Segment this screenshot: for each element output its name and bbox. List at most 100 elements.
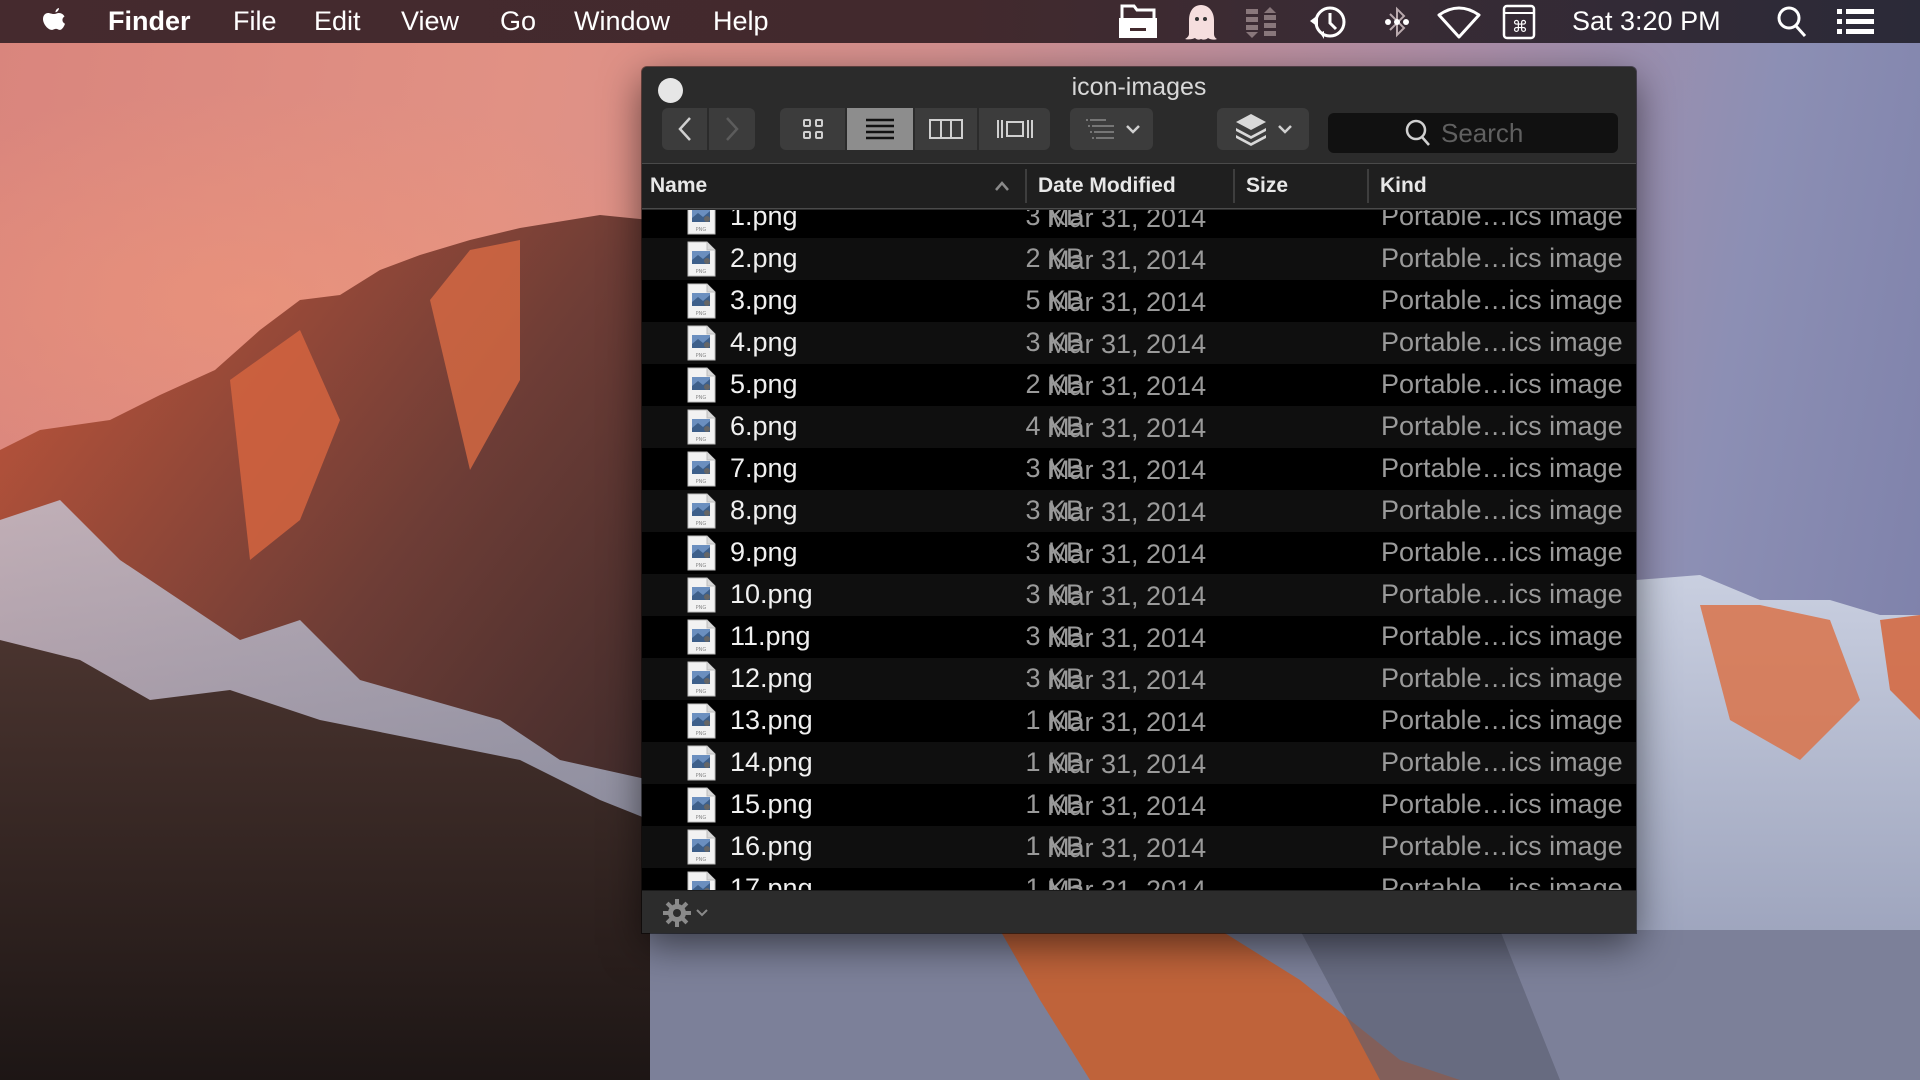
menu-view[interactable]: View bbox=[401, 0, 459, 43]
column-separator[interactable] bbox=[1025, 169, 1027, 203]
apple-logo-icon bbox=[43, 8, 65, 30]
file-size: 2 KB bbox=[1025, 243, 1084, 273]
finder-drawer-icon[interactable] bbox=[1115, 4, 1161, 40]
apple-menu[interactable] bbox=[41, 0, 67, 43]
svg-text:PNG: PNG bbox=[696, 521, 707, 527]
column-view-button[interactable] bbox=[915, 108, 979, 150]
chevron-down-icon bbox=[696, 909, 708, 917]
arrange-button[interactable] bbox=[1070, 108, 1153, 150]
keyboard-command-icon[interactable]: ⌘ bbox=[1499, 4, 1539, 40]
file-size: 3 KB bbox=[1025, 537, 1084, 567]
file-row[interactable]: PNG 11.png Mar 31, 2014 3 KB Portable…ic… bbox=[642, 616, 1636, 658]
file-row[interactable]: PNG 3.png Mar 31, 2014 5 KB Portable…ics… bbox=[642, 280, 1636, 322]
column-separator[interactable] bbox=[1233, 169, 1235, 203]
file-kind: Portable…ics image bbox=[1381, 873, 1623, 890]
png-file-icon: PNG bbox=[687, 409, 716, 445]
file-row[interactable]: PNG 7.png Mar 31, 2014 3 KB Portable…ics… bbox=[642, 448, 1636, 490]
file-row[interactable]: PNG 13.png Mar 31, 2014 1 KB Portable…ic… bbox=[642, 700, 1636, 742]
file-row[interactable]: PNG 14.png Mar 31, 2014 1 KB Portable…ic… bbox=[642, 742, 1636, 784]
file-row[interactable]: PNG 4.png Mar 31, 2014 3 KB Portable…ics… bbox=[642, 322, 1636, 364]
menubar-clock[interactable]: Sat 3:20 PM bbox=[1572, 0, 1721, 43]
file-kind: Portable…ics image bbox=[1381, 831, 1623, 861]
file-rows: PNG 1.png Mar 31, 2014 3 KB Portable…ics… bbox=[642, 210, 1636, 890]
column-header-date-modified[interactable]: Date Modified bbox=[1038, 164, 1176, 208]
png-file-icon: PNG bbox=[687, 787, 716, 823]
file-kind: Portable…ics image bbox=[1381, 243, 1623, 273]
png-file-icon: PNG bbox=[687, 210, 716, 235]
column-header-kind[interactable]: Kind bbox=[1380, 164, 1427, 208]
png-file-icon: PNG bbox=[687, 283, 716, 319]
list-view-button[interactable] bbox=[847, 108, 915, 150]
file-row[interactable]: PNG 17.png Mar 31, 2014 1 KB Portable…ic… bbox=[642, 868, 1636, 890]
file-row[interactable]: PNG 6.png Mar 31, 2014 4 KB Portable…ics… bbox=[642, 406, 1636, 448]
file-kind: Portable…ics image bbox=[1381, 210, 1623, 231]
columns-icon bbox=[929, 119, 963, 139]
file-name: 7.png bbox=[730, 453, 798, 483]
svg-text:PNG: PNG bbox=[696, 773, 707, 779]
file-kind: Portable…ics image bbox=[1381, 789, 1623, 819]
menu-edit[interactable]: Edit bbox=[314, 0, 361, 43]
search-input[interactable] bbox=[1441, 117, 1541, 149]
file-row[interactable]: PNG 1.png Mar 31, 2014 3 KB Portable…ics… bbox=[642, 210, 1636, 238]
file-kind: Portable…ics image bbox=[1381, 453, 1623, 483]
menu-bar: Finder File Edit View Go Window Help ⌘ S… bbox=[0, 0, 1920, 43]
forward-button[interactable] bbox=[709, 108, 755, 150]
window-title: icon-images bbox=[1071, 73, 1207, 101]
cover-flow-icon bbox=[996, 120, 1033, 138]
search-field[interactable] bbox=[1328, 113, 1618, 153]
file-name: 1.png bbox=[730, 210, 798, 231]
file-row[interactable]: PNG 10.png Mar 31, 2014 3 KB Portable…ic… bbox=[642, 574, 1636, 616]
wifi-icon[interactable] bbox=[1434, 4, 1484, 40]
sort-ascending-icon bbox=[995, 181, 1009, 191]
png-file-icon: PNG bbox=[687, 871, 716, 890]
file-row[interactable]: PNG 5.png Mar 31, 2014 2 KB Portable…ics… bbox=[642, 364, 1636, 406]
file-name: 9.png bbox=[730, 537, 798, 567]
svg-text:PNG: PNG bbox=[696, 689, 707, 695]
menu-file[interactable]: File bbox=[233, 0, 277, 43]
action-button[interactable] bbox=[1217, 108, 1309, 150]
gear-menu-button[interactable] bbox=[662, 898, 708, 928]
file-kind: Portable…ics image bbox=[1381, 663, 1623, 693]
spotlight-search-icon[interactable] bbox=[1774, 4, 1810, 40]
file-name: 14.png bbox=[730, 747, 813, 777]
file-name: 5.png bbox=[730, 369, 798, 399]
column-header-name[interactable]: Name bbox=[650, 164, 707, 208]
file-row[interactable]: PNG 16.png Mar 31, 2014 1 KB Portable…ic… bbox=[642, 826, 1636, 868]
png-file-icon: PNG bbox=[687, 703, 716, 739]
sync-arrows-icon[interactable] bbox=[1241, 4, 1281, 40]
file-name: 16.png bbox=[730, 831, 813, 861]
menu-window[interactable]: Window bbox=[574, 0, 670, 43]
notification-center-icon[interactable] bbox=[1836, 4, 1876, 40]
file-size: 1 KB bbox=[1025, 831, 1084, 861]
icon-view-button[interactable] bbox=[780, 108, 847, 150]
search-icon bbox=[1405, 119, 1430, 146]
file-name: 11.png bbox=[730, 621, 811, 651]
file-list: PNG 1.png Mar 31, 2014 3 KB Portable…ics… bbox=[642, 210, 1636, 890]
column-separator[interactable] bbox=[1367, 169, 1369, 203]
file-row[interactable]: PNG 8.png Mar 31, 2014 3 KB Portable…ics… bbox=[642, 490, 1636, 532]
ghost-icon[interactable] bbox=[1179, 4, 1223, 40]
png-file-icon: PNG bbox=[687, 493, 716, 529]
column-header-size[interactable]: Size bbox=[1246, 164, 1288, 208]
file-name: 12.png bbox=[730, 663, 813, 693]
png-file-icon: PNG bbox=[687, 535, 716, 571]
back-button[interactable] bbox=[662, 108, 709, 150]
file-name: 10.png bbox=[730, 579, 813, 609]
file-row[interactable]: PNG 15.png Mar 31, 2014 1 KB Portable…ic… bbox=[642, 784, 1636, 826]
cover-flow-button[interactable] bbox=[979, 108, 1050, 150]
title-bar: icon-images bbox=[642, 67, 1636, 164]
time-machine-icon[interactable] bbox=[1306, 4, 1350, 40]
png-file-icon: PNG bbox=[687, 325, 716, 361]
svg-text:PNG: PNG bbox=[696, 227, 707, 233]
bluetooth-icon[interactable] bbox=[1380, 4, 1414, 40]
file-row[interactable]: PNG 2.png Mar 31, 2014 2 KB Portable…ics… bbox=[642, 238, 1636, 280]
svg-text:PNG: PNG bbox=[696, 479, 707, 485]
menu-help[interactable]: Help bbox=[713, 0, 769, 43]
svg-text:PNG: PNG bbox=[696, 563, 707, 569]
file-size: 1 KB bbox=[1025, 705, 1084, 735]
chevron-down-icon bbox=[1278, 125, 1292, 134]
menu-go[interactable]: Go bbox=[500, 0, 536, 43]
menu-app-finder[interactable]: Finder bbox=[108, 0, 191, 43]
file-row[interactable]: PNG 12.png Mar 31, 2014 3 KB Portable…ic… bbox=[642, 658, 1636, 700]
file-row[interactable]: PNG 9.png Mar 31, 2014 3 KB Portable…ics… bbox=[642, 532, 1636, 574]
